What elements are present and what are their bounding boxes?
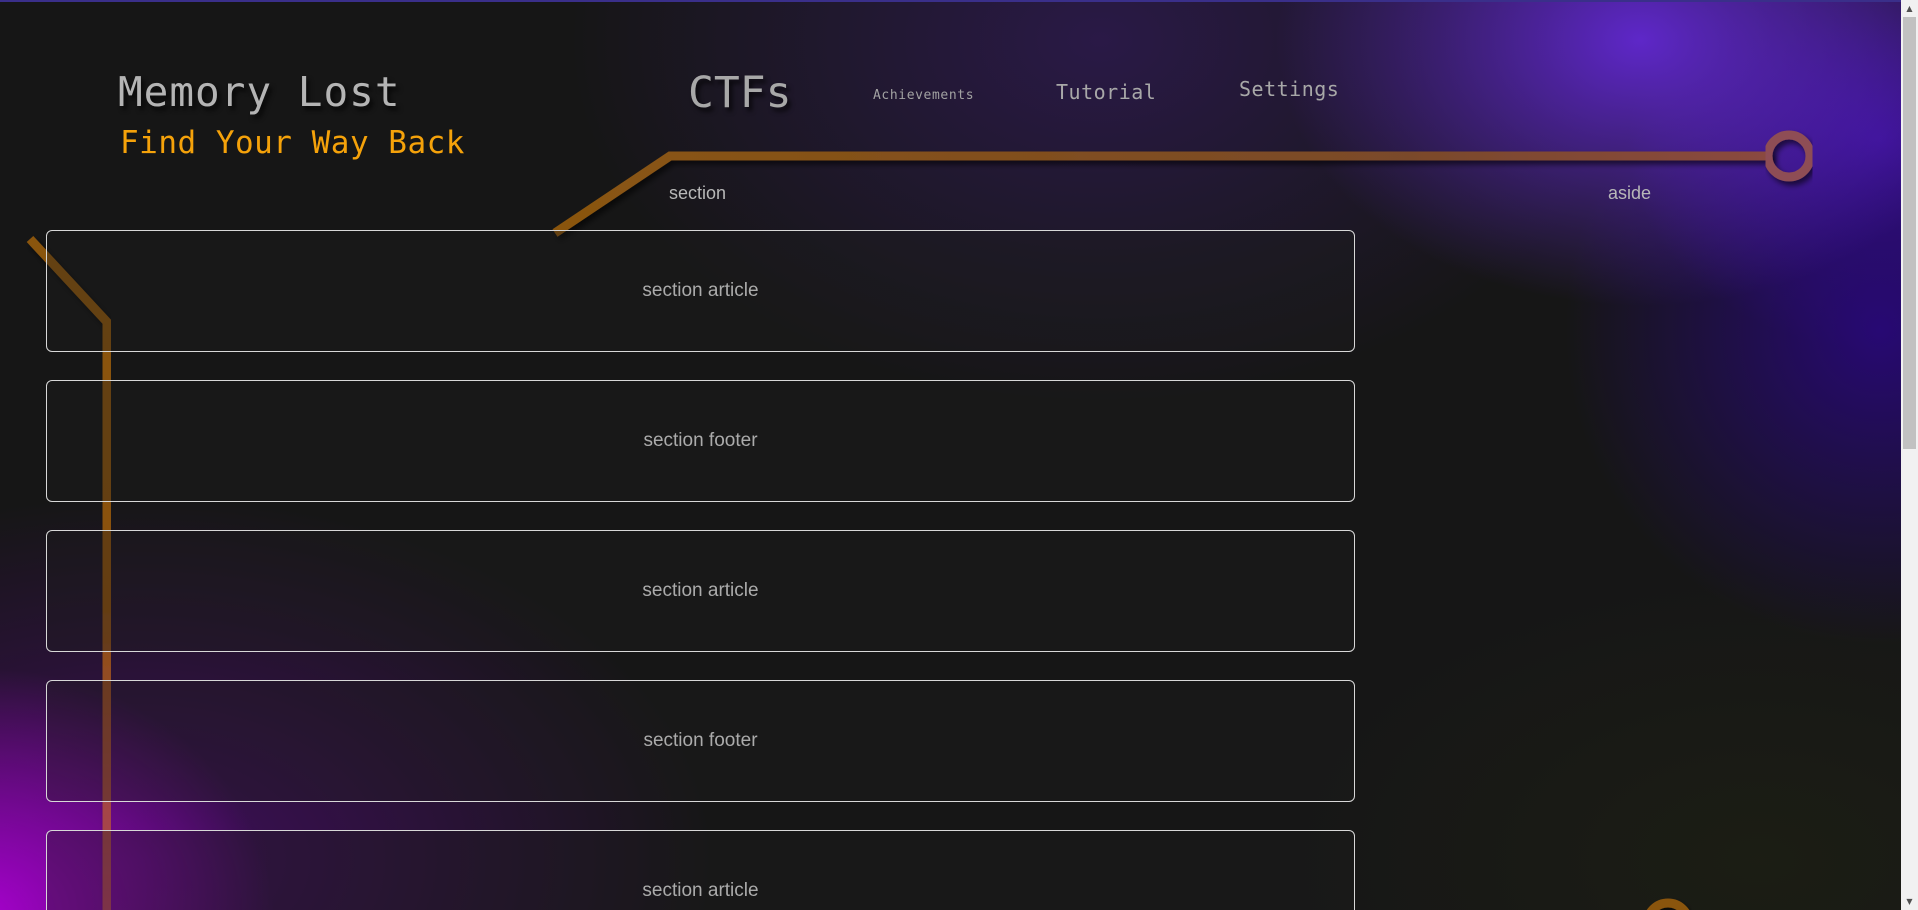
- card-label: section article: [642, 280, 759, 301]
- card-label: section article: [642, 880, 759, 901]
- section-footer-card: section footer: [46, 380, 1355, 502]
- section-article-card: section article: [46, 830, 1355, 910]
- scrollbar-thumb[interactable]: [1903, 17, 1916, 449]
- section-footer-card: section footer: [46, 680, 1355, 802]
- card-label: section footer: [643, 430, 758, 451]
- circuit-node-lower: [1646, 898, 1690, 910]
- card-label: section footer: [643, 730, 758, 751]
- circuit-node-upper: [1763, 130, 1815, 182]
- circuit-trace-upper: [552, 151, 1772, 237]
- section-article-card: section article: [46, 530, 1355, 652]
- nav-link-achievements[interactable]: Achievements: [873, 88, 974, 103]
- vertical-scrollbar[interactable]: ▲ ▼: [1901, 0, 1918, 910]
- scroll-up-arrow-icon[interactable]: ▲: [1901, 0, 1918, 17]
- nav-link-tutorial[interactable]: Tutorial: [1056, 80, 1156, 104]
- nav-link-settings[interactable]: Settings: [1239, 77, 1339, 101]
- section-article-card: section article: [46, 230, 1355, 352]
- window-top-border: [0, 0, 1918, 2]
- aside-label: aside: [1608, 183, 1652, 203]
- nav-link-ctfs[interactable]: CTFs: [688, 68, 792, 118]
- scroll-down-arrow-icon[interactable]: ▼: [1901, 893, 1918, 910]
- section-label: section: [669, 183, 727, 203]
- card-label: section article: [642, 580, 759, 601]
- site-title: Memory Lost: [118, 68, 401, 116]
- page-background: Memory Lost Find Your Way Back CTFs Achi…: [0, 0, 1918, 910]
- site-subtitle: Find Your Way Back: [120, 125, 465, 161]
